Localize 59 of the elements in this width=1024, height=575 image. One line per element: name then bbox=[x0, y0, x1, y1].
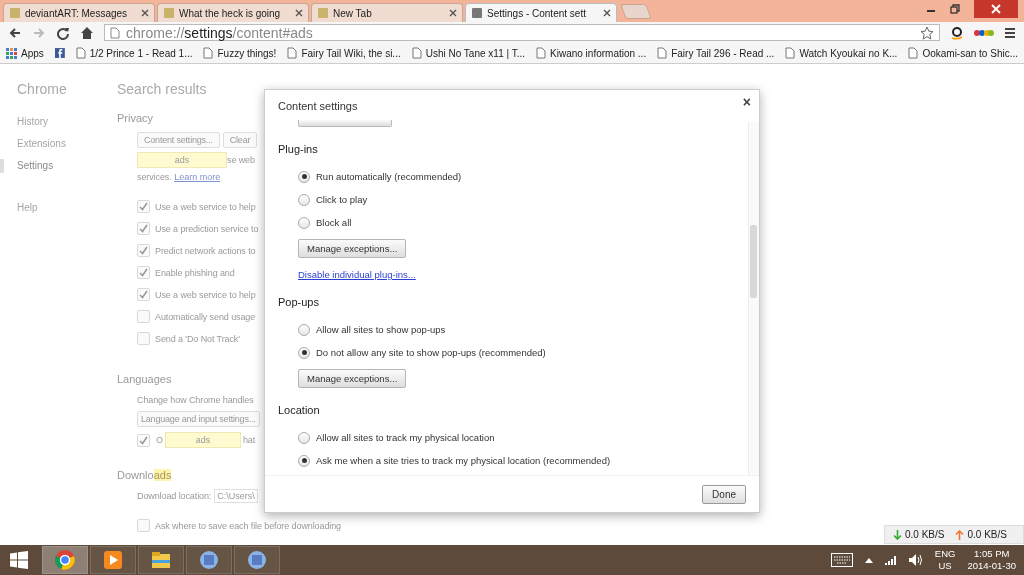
checkbox-label: Use a web service to help bbox=[155, 201, 256, 212]
checkbox-label: Enable phishing and bbox=[155, 267, 235, 278]
radio-label: Allow all sites to track my physical location bbox=[316, 432, 495, 443]
section-title: Privacy bbox=[117, 112, 154, 124]
radio-label: Do not allow any site to show pop-ups (recommended) bbox=[316, 347, 546, 358]
checkbox-label: Automatically send usage bbox=[155, 311, 256, 322]
browser-tab[interactable]: deviantART: Messages bbox=[3, 3, 155, 22]
section-title: Languages bbox=[117, 373, 172, 385]
browser-tab[interactable]: What the heck is going bbox=[157, 3, 309, 22]
radio-label: Block all bbox=[316, 217, 352, 228]
search-tooltip: ads bbox=[164, 432, 241, 448]
upload-speed: 0.0 KB/S bbox=[967, 529, 1007, 540]
search-tooltip: ads bbox=[137, 152, 227, 168]
checkbox-label: Predict network actions to bbox=[155, 245, 256, 256]
done-button[interactable]: Done bbox=[702, 484, 746, 504]
url-text: chrome://settings/content#ads bbox=[126, 24, 314, 41]
apps-bookmark[interactable]: Apps bbox=[6, 47, 44, 59]
checkbox-label: O bbox=[156, 435, 163, 445]
description-text: services. bbox=[137, 172, 172, 182]
sidebar-title: Chrome bbox=[17, 81, 67, 97]
checkbox-label: Ask where to save each file before downloading bbox=[155, 520, 342, 531]
radio-label: Ask me when a site tries to track my physical location (recommended) bbox=[316, 455, 611, 466]
page-heading: Search results bbox=[117, 81, 207, 97]
description-text: Change how Chrome handles bbox=[137, 395, 254, 405]
radio-label: Click to play bbox=[316, 194, 368, 205]
bookmark[interactable]: 1/2 Prince 1 - Read 1... bbox=[75, 47, 193, 59]
section-title: Location bbox=[278, 404, 320, 416]
close-button[interactable]: × bbox=[742, 94, 751, 110]
sidebar-item[interactable]: Settings bbox=[0, 159, 54, 173]
section-title: Plug-ins bbox=[278, 143, 318, 155]
dialog-title: Content settings bbox=[278, 100, 358, 112]
clock-time[interactable]: 1:05 PM bbox=[974, 548, 1010, 560]
bookmark[interactable]: Watch Kyoukai no K... bbox=[785, 47, 898, 59]
checkbox-label: Send a 'Do Not Track' bbox=[155, 333, 240, 344]
section-title: Pop-ups bbox=[278, 296, 319, 308]
section-title: Downloads bbox=[117, 469, 172, 481]
bookmark[interactable]: Kiwano information ... bbox=[536, 47, 647, 59]
radio-label: Allow all sites to show pop-ups bbox=[316, 324, 446, 335]
checkbox-label: Use a prediction service to bbox=[155, 223, 259, 234]
bookmark[interactable]: Ookami-san to Shic... bbox=[908, 47, 1018, 59]
radio-label: Run automatically (recommended) bbox=[316, 171, 462, 182]
bookmark[interactable]: Fuzzy things! bbox=[203, 47, 277, 59]
checkbox-label: hat bbox=[242, 435, 256, 445]
manage-exceptions-button[interactable]: Manage exceptions... bbox=[298, 239, 407, 258]
bookmark[interactable]: Fairy Tail 296 - Read ... bbox=[657, 47, 775, 59]
bookmark[interactable]: Ushi No Tane x11 | T... bbox=[411, 47, 525, 59]
field-label: Download location: bbox=[137, 491, 212, 501]
bookmark[interactable]: Fairy Tail Wiki, the si... bbox=[287, 47, 401, 59]
address-bar[interactable]: chrome://settings/content#ads bbox=[104, 24, 940, 41]
description-text: se web bbox=[227, 155, 255, 165]
clock-date[interactable]: 2014-01-30 bbox=[967, 560, 1016, 572]
disable-plugins-link[interactable]: Disable individual plug-ins... bbox=[298, 269, 416, 280]
checkbox-label: Use a web service to help bbox=[155, 289, 256, 300]
browser-tab[interactable]: New Tab bbox=[311, 3, 463, 22]
region-indicator[interactable]: US bbox=[938, 560, 952, 572]
language-indicator[interactable]: ENG bbox=[934, 548, 956, 560]
manage-exceptions-button[interactable]: Manage exceptions... bbox=[298, 369, 407, 388]
browser-tab[interactable]: Settings - Content sett bbox=[465, 3, 617, 22]
download-speed: 0.0 KB/S bbox=[905, 529, 945, 540]
